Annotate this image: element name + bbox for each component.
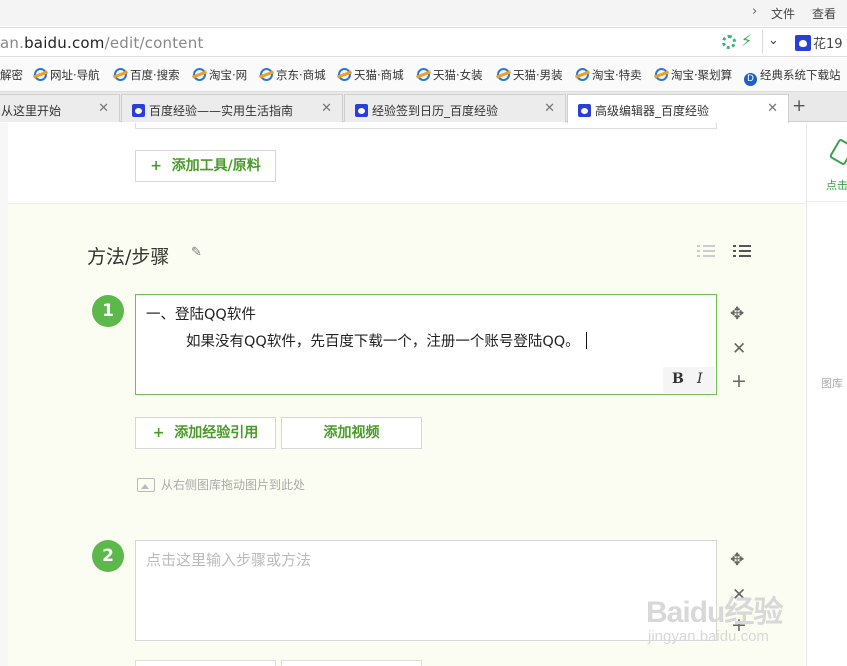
add-reference-button[interactable]: + 添加经验引用 (135, 417, 276, 449)
tab-label: 经验签到日历_百度经验 (372, 104, 499, 118)
user-name[interactable]: 花19 (813, 33, 843, 52)
bookmark-item[interactable]: 天猫·商城 (338, 67, 404, 83)
compat-mode-icon[interactable] (722, 35, 736, 49)
new-tab-button[interactable]: + (792, 96, 806, 116)
add-video-label: 添加视频 (323, 425, 380, 441)
ordered-list-icon[interactable] (697, 244, 715, 258)
divider (807, 201, 847, 202)
bookmark-item[interactable]: D 经典系统下载站 (744, 67, 841, 86)
ie-icon (260, 68, 273, 81)
tab-jingyan-home[interactable]: 百度经验——实用生活指南 ✕ (121, 94, 343, 122)
format-toolbar: B I (663, 367, 715, 393)
close-icon[interactable]: ✕ (732, 339, 746, 359)
bookmark-item[interactable]: 百度·搜索 (114, 67, 180, 83)
tab-label: 百度经验——实用生活指南 (149, 104, 294, 118)
lightning-icon[interactable]: ⚡ (741, 31, 752, 50)
add-video-button[interactable] (281, 660, 422, 666)
chevron-down-icon[interactable]: ⌄ (768, 33, 779, 48)
ie-icon (193, 68, 206, 81)
add-reference-button[interactable] (135, 660, 276, 666)
ie-icon (338, 68, 351, 81)
baidu-paw-icon[interactable] (795, 35, 811, 51)
pencil-icon[interactable]: ✎ (191, 245, 202, 260)
tab-start[interactable]: 从这里开始 ✕ (0, 94, 120, 122)
gallery-panel: 点击 图库 (806, 123, 847, 666)
text-cursor (585, 332, 587, 349)
tools-input-box[interactable] (135, 123, 717, 129)
baidu-paw-icon (578, 104, 591, 117)
baidu-paw-icon (355, 104, 368, 117)
left-gutter (0, 123, 8, 666)
tab-strip: 从这里开始 ✕ 百度经验——实用生活指南 ✕ 经验签到日历_百度经验 ✕ 高级编… (0, 92, 847, 123)
section-title: 方法/步骤 (87, 246, 170, 268)
step-text-line: 如果没有QQ软件，先百度下载一个，注册一个账号登陆QQ。 (186, 330, 587, 351)
ie-icon (114, 68, 127, 81)
italic-button[interactable]: I (697, 371, 703, 387)
bookmark-item[interactable]: 天猫·女装 (417, 67, 483, 83)
baidu-jingyan-logo: Baidu经验 (646, 596, 783, 629)
gallery-click-label[interactable]: 点击 (826, 177, 847, 193)
add-tool-button[interactable]: + 添加工具/原料 (135, 150, 276, 182)
bookmark-item[interactable]: 解密 (0, 67, 23, 83)
move-icon[interactable]: ✥ (730, 304, 744, 324)
drag-image-hint: 从右侧图库拖动图片到此处 (137, 476, 305, 493)
ie-icon (576, 68, 589, 81)
ie-icon (497, 68, 510, 81)
step-editor[interactable]: 点击这里输入步骤或方法 (135, 540, 717, 641)
menu-file[interactable]: 文件 (771, 5, 795, 22)
baidu-paw-icon (132, 104, 145, 117)
add-reference-label: 添加经验引用 (174, 425, 259, 441)
close-icon[interactable]: ✕ (544, 101, 555, 116)
bookmark-item[interactable]: 网址·导航 (34, 67, 100, 83)
image-icon (137, 478, 155, 492)
step-text-line: 一、登陆QQ软件 (146, 307, 256, 323)
tab-checkin-calendar[interactable]: 经验签到日历_百度经验 ✕ (344, 94, 566, 122)
gallery-label: 图库 (821, 377, 843, 390)
chevron-right-icon[interactable]: › (752, 4, 757, 19)
add-video-button[interactable]: 添加视频 (281, 417, 422, 449)
step-editor[interactable]: 一、登陆QQ软件 如果没有QQ软件，先百度下载一个，注册一个账号登陆QQ。 B … (135, 294, 717, 395)
bookmarks-bar: 解密 网址·导航 百度·搜索 淘宝·网 京东·商城 天猫·商城 天猫·女装 天猫… (0, 58, 847, 92)
download-site-icon: D (744, 73, 757, 86)
ie-icon (655, 68, 668, 81)
bookmark-item[interactable]: 京东·商城 (260, 67, 326, 83)
bookmark-item[interactable]: 淘宝·网 (193, 67, 247, 83)
step-placeholder: 点击这里输入步骤或方法 (146, 551, 312, 569)
bookmark-item[interactable]: 淘宝·特卖 (576, 67, 642, 83)
watermark-url: jingyan.baidu.com (648, 628, 769, 645)
add-icon[interactable]: + (731, 370, 747, 392)
tab-label: 从这里开始 (1, 104, 62, 118)
divider (762, 30, 763, 54)
address-bar[interactable]: an.baidu.com/edit/content ⚡ ⌄ 花19 (0, 27, 847, 57)
menu-view[interactable]: 查看 (812, 5, 836, 22)
tab-label: 高级编辑器_百度经验 (595, 104, 710, 118)
unordered-list-icon[interactable] (733, 244, 751, 258)
close-icon[interactable]: ✕ (321, 101, 332, 116)
ie-icon (34, 68, 47, 81)
add-tool-label: 添加工具/原料 (171, 158, 261, 174)
move-icon[interactable]: ✥ (730, 550, 744, 570)
ie-icon (417, 68, 430, 81)
close-icon[interactable]: ✕ (98, 101, 109, 116)
step-number: 1 (92, 295, 124, 327)
leaf-icon[interactable] (828, 137, 847, 167)
bold-button[interactable]: B (672, 371, 684, 387)
menu-bar: › 文件 查看 (0, 0, 847, 26)
tab-advanced-editor[interactable]: 高级编辑器_百度经验 ✕ (567, 94, 789, 123)
close-icon[interactable]: ✕ (767, 101, 778, 116)
bookmark-item[interactable]: 天猫·男装 (497, 67, 563, 83)
tools-section (8, 123, 805, 203)
step-number: 2 (92, 540, 124, 572)
bookmark-item[interactable]: 淘宝·聚划算 (655, 67, 732, 83)
url-field[interactable]: an.baidu.com/edit/content (0, 34, 204, 52)
